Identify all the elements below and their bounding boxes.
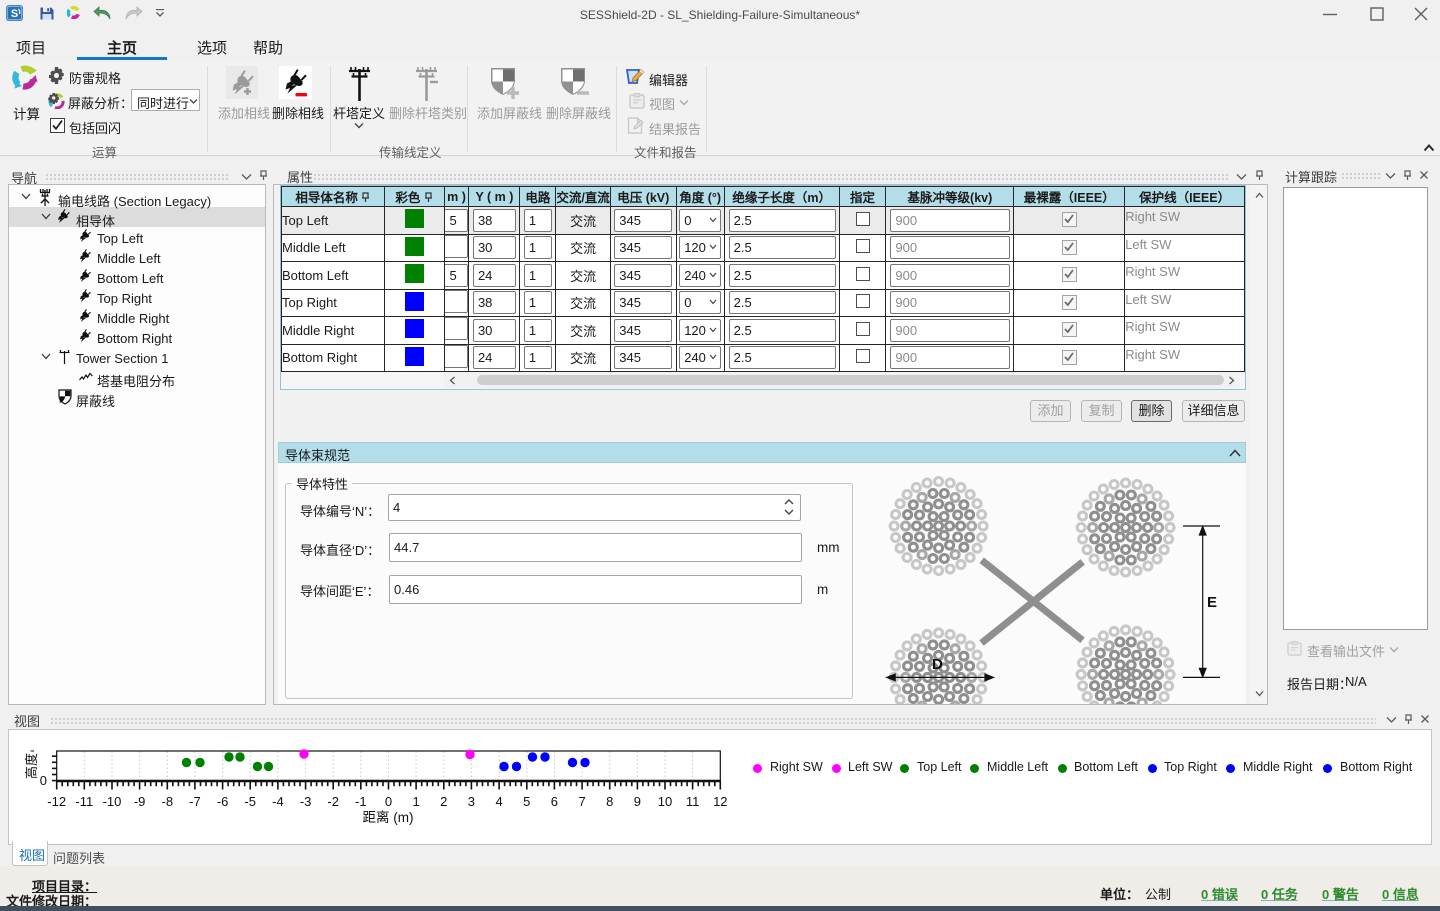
svg-text:11: 11	[686, 794, 700, 809]
svg-text:-2: -2	[327, 794, 339, 809]
svg-text:距离 (m): 距离 (m)	[363, 809, 414, 825]
svg-text:0: 0	[385, 794, 392, 809]
svg-text:-8: -8	[162, 794, 174, 809]
svg-text:-9: -9	[134, 794, 146, 809]
svg-text:10: 10	[658, 794, 672, 809]
svg-text:-6: -6	[217, 794, 229, 809]
svg-text:高度: 高度	[24, 753, 39, 779]
svg-text:-10: -10	[103, 794, 122, 809]
svg-text:-11: -11	[75, 794, 93, 809]
svg-text:D: D	[932, 656, 943, 673]
svg-text:-5: -5	[244, 794, 256, 809]
svg-text:4: 4	[495, 794, 502, 809]
svg-text:-4: -4	[272, 794, 284, 809]
svg-text:0: 0	[40, 773, 47, 788]
svg-text:-1: -1	[355, 794, 367, 809]
svg-text:2: 2	[440, 794, 447, 809]
svg-text:6: 6	[551, 794, 558, 809]
svg-text:S: S	[11, 8, 18, 20]
svg-text:9: 9	[634, 794, 641, 809]
svg-text:8: 8	[606, 794, 613, 809]
svg-text:3: 3	[468, 794, 475, 809]
svg-text:E: E	[1207, 594, 1217, 611]
svg-text:12: 12	[713, 794, 727, 809]
svg-text:5: 5	[523, 794, 530, 809]
svg-text:1: 1	[412, 794, 419, 809]
svg-text:7: 7	[578, 794, 585, 809]
svg-text:-12: -12	[47, 794, 66, 809]
svg-text:-3: -3	[300, 794, 312, 809]
svg-text:-7: -7	[189, 794, 201, 809]
